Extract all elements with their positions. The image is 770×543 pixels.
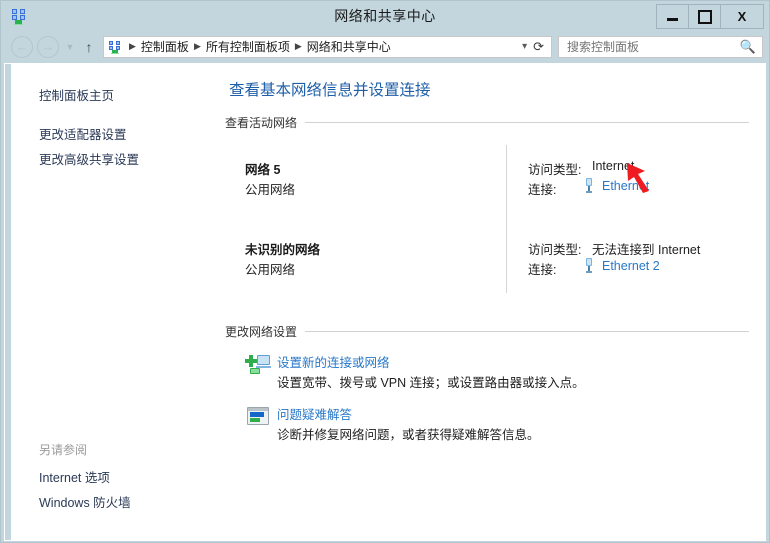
network-type: 公用网络 [245, 263, 296, 277]
search-input[interactable] [565, 38, 740, 55]
refresh-icon[interactable]: ⟳ [533, 39, 547, 55]
access-type-label: 访问类型: [528, 163, 582, 177]
troubleshoot-icon [245, 404, 273, 432]
heading-rule [305, 331, 749, 332]
forward-button[interactable]: → [37, 35, 59, 58]
close-button[interactable]: X [721, 5, 763, 28]
up-one-level-button[interactable]: ↑ [80, 39, 98, 55]
active-networks-heading: 查看活动网络 [225, 114, 749, 131]
active-networks-heading-text: 查看活动网络 [225, 116, 298, 130]
see-also-section: 另请参阅 Internet 选项 Windows 防火墙 [11, 441, 207, 514]
search-icon[interactable]: 🔍 [740, 39, 756, 55]
search-box[interactable]: 🔍 [558, 35, 763, 58]
change-settings-heading: 更改网络设置 [225, 323, 749, 340]
connection-link-ethernet-2[interactable]: Ethernet 2 [602, 259, 660, 273]
network-column-divider [506, 145, 507, 293]
page-title: 查看基本网络信息并设置连接 [229, 82, 431, 99]
breadcrumb-separator: ▶ [294, 41, 302, 51]
connection-link-ethernet[interactable]: Ethernet [602, 179, 649, 193]
task-description: 诊断并修复网络问题，或者获得疑难解答信息。 [277, 428, 540, 442]
navigation-bar: ← → ▼ ↑ ▶ 控制面板 ▶ 所有控制面板项 ▶ 网络和共享中心 ▾ ⟳ 搜… [1, 30, 769, 63]
content-area: 控制面板主页 更改适配器设置 更改高级共享设置 另请参阅 Internet 选项… [4, 63, 766, 541]
breadcrumb-item-all-items[interactable]: 所有控制面板项 [204, 38, 292, 55]
back-button[interactable]: ← [11, 35, 33, 58]
minimize-button[interactable] [657, 5, 689, 28]
breadcrumb-separator: ▶ [193, 41, 201, 51]
see-also-heading: 另请参阅 [39, 443, 88, 457]
see-also-item-windows-firewall[interactable]: Windows 防火墙 [11, 489, 207, 514]
network-name: 未识别的网络 [245, 243, 321, 257]
maximize-icon [697, 9, 712, 24]
network-name: 网络 5 [245, 163, 281, 177]
title-bar: 网络和共享中心 X [1, 1, 769, 30]
network-sharing-center-window: 网络和共享中心 X ← → ▼ ↑ ▶ 控制面板 ▶ 所有控制面板项 ▶ 网络和… [0, 0, 770, 543]
task-link-setup-new-connection[interactable]: 设置新的连接或网络 [277, 352, 749, 371]
sidebar-item-change-advanced-sharing-settings[interactable]: 更改高级共享设置 [11, 146, 207, 171]
breadcrumb-separator: ▶ [129, 41, 136, 51]
access-type-value: Internet [592, 159, 635, 173]
connection-label: 连接: [528, 183, 557, 197]
access-type-label: 访问类型: [528, 243, 582, 257]
task-setup-new-connection: 设置新的连接或网络 设置宽带、拨号或 VPN 连接；或设置路由器或接入点。 [225, 352, 749, 392]
task-link-troubleshoot[interactable]: 问题疑难解答 [277, 404, 749, 423]
connection-label: 连接: [528, 263, 557, 277]
network-icon [9, 6, 29, 26]
network-type: 公用网络 [245, 183, 296, 197]
task-description: 设置宽带、拨号或 VPN 连接；或设置路由器或接入点。 [277, 376, 585, 390]
see-also-item-internet-options[interactable]: Internet 选项 [11, 464, 207, 489]
heading-rule [305, 122, 749, 123]
maximize-button[interactable] [689, 5, 721, 28]
breadcrumb-item-network-sharing-center[interactable]: 网络和共享中心 [305, 38, 393, 55]
access-type-value: 无法连接到 Internet [592, 243, 701, 257]
network-adapter-icon [583, 258, 595, 273]
sidebar-item-control-panel-home[interactable]: 控制面板主页 [11, 82, 207, 107]
sidebar: 控制面板主页 更改适配器设置 更改高级共享设置 另请参阅 Internet 选项… [11, 64, 207, 540]
change-settings-section: 更改网络设置 设置新的连接或网络 设置宽带、拨号或 VPN 连接；或设置路由器或… [225, 323, 749, 444]
change-settings-heading-text: 更改网络设置 [225, 325, 298, 339]
new-connection-icon [245, 352, 273, 380]
network-adapter-icon [583, 178, 595, 193]
minimize-icon [667, 17, 678, 21]
recent-pages-dropdown-icon[interactable]: ▼ [62, 42, 78, 52]
chevron-down-icon[interactable]: ▾ [516, 41, 533, 52]
network-icon [108, 39, 124, 55]
address-bar[interactable]: ▶ 控制面板 ▶ 所有控制面板项 ▶ 网络和共享中心 ▾ ⟳ [103, 35, 552, 58]
task-troubleshoot: 问题疑难解答 诊断并修复网络问题，或者获得疑难解答信息。 [225, 404, 749, 444]
breadcrumb-item-control-panel[interactable]: 控制面板 [139, 38, 191, 55]
main-panel: 查看基本网络信息并设置连接 查看活动网络 网络 5 公用网络 访问类型: Int… [207, 64, 765, 540]
sidebar-item-change-adapter-settings[interactable]: 更改适配器设置 [11, 121, 207, 146]
window-controls: X [656, 4, 764, 29]
active-networks-list: 网络 5 公用网络 访问类型: Internet 连接: Ethernet 未识… [225, 141, 749, 301]
window-title: 网络和共享中心 [334, 7, 436, 24]
